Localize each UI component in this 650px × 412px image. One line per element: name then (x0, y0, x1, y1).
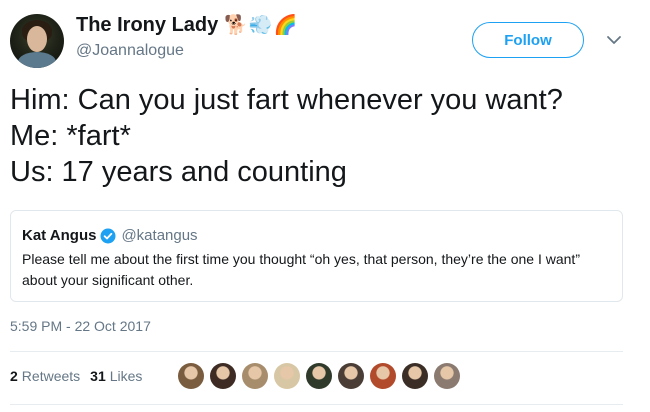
quoted-text: Please tell me about the first time you … (22, 251, 580, 288)
liker-avatar[interactable] (434, 363, 460, 389)
likes-stat[interactable]: 31 Likes (90, 368, 142, 384)
dash-emoji-icon: 💨 (248, 14, 273, 36)
liker-avatar[interactable] (306, 363, 332, 389)
tweet-line: Him: Can you just fart whenever you want… (10, 84, 563, 116)
author-handle[interactable]: @Joannalogue (76, 42, 184, 60)
tweet-line: Me: *fart* (10, 120, 131, 152)
author-avatar[interactable] (10, 14, 64, 68)
retweets-count: 2 (10, 368, 18, 384)
avatar-collar (18, 52, 56, 68)
quoted-header: Kat Angus @katangus (22, 226, 610, 245)
retweets-stat[interactable]: 2 Retweets (10, 368, 80, 384)
likes-label: Likes (109, 368, 143, 384)
liker-avatars (178, 363, 460, 389)
liker-avatar[interactable] (210, 363, 236, 389)
liker-avatar[interactable] (274, 363, 300, 389)
liker-avatar[interactable] (178, 363, 204, 389)
liker-avatar[interactable] (370, 363, 396, 389)
engagement-stats: 2 Retweets 31 Likes (10, 368, 152, 384)
likes-count: 31 (90, 368, 106, 384)
verified-badge-icon (100, 228, 116, 243)
chevron-down-icon[interactable] (604, 30, 624, 50)
name-emojis: 🐕 💨 🌈 (224, 15, 297, 37)
divider-top (10, 351, 623, 352)
follow-button[interactable]: Follow (472, 22, 584, 58)
tweet-timestamp[interactable]: 5:59 PM - 22 Oct 2017 (10, 318, 151, 334)
tweet-line: Us: 17 years and counting (10, 156, 347, 188)
quoted-tweet[interactable]: Kat Angus @katangus Please tell me about… (10, 210, 623, 302)
author-name-row: The Irony Lady 🐕 💨 🌈 (76, 14, 297, 37)
liker-avatar[interactable] (338, 363, 364, 389)
quoted-author-handle: @katangus (121, 227, 198, 244)
tweet-text: Him: Can you just fart whenever you want… (10, 82, 563, 190)
dog-emoji-icon: 🐕 (224, 14, 248, 36)
retweets-label: Retweets (21, 368, 81, 384)
liker-avatar[interactable] (242, 363, 268, 389)
author-name[interactable]: The Irony Lady (76, 14, 218, 37)
quoted-author-name: Kat Angus (22, 227, 97, 244)
divider-bottom (10, 404, 623, 405)
avatar-face (27, 26, 47, 52)
liker-avatar[interactable] (402, 363, 428, 389)
rainbow-emoji-icon: 🌈 (273, 14, 298, 36)
